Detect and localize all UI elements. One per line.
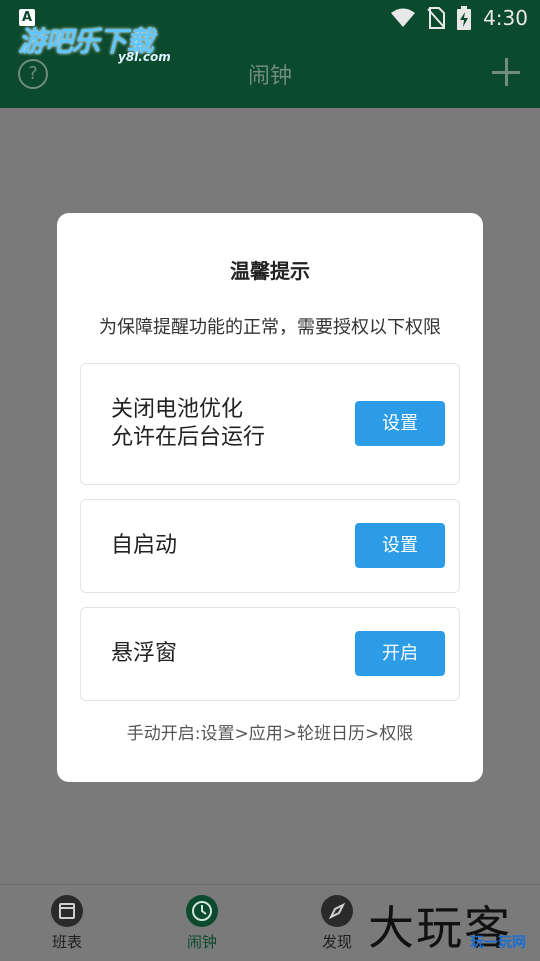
nav-item-schedule[interactable]: 班表: [27, 895, 107, 952]
permission-dialog: 温馨提示 为保障提醒功能的正常，需要授权以下权限 关闭电池优化 允许在后台运行 …: [57, 213, 483, 782]
status-time: 4:30: [483, 6, 528, 30]
battery-optimization-card: 关闭电池优化 允许在后台运行 设置: [80, 363, 460, 485]
calendar-icon: [51, 895, 83, 927]
nav-label-discover: 发现: [321, 933, 352, 951]
battery-optimization-line1: 关闭电池优化: [111, 397, 244, 422]
dialog-footer-hint: 手动开启:设置>应用>轮班日历>权限: [126, 724, 414, 744]
nav-item-alarm[interactable]: 闹钟: [162, 895, 242, 952]
clock-icon: [186, 895, 218, 927]
battery-optimization-label: 关闭电池优化 允许在后台运行: [111, 396, 265, 452]
dialog-title: 温馨提示: [230, 259, 310, 283]
autostart-settings-button[interactable]: 设置: [355, 523, 445, 568]
watermark-bottom-sub: 玩一玩网: [470, 935, 526, 951]
watermark-logo-sub: y8l.com: [118, 50, 171, 64]
status-icons: 4:30: [391, 4, 528, 32]
battery-settings-button[interactable]: 设置: [355, 401, 445, 446]
overlay-card: 悬浮窗 开启: [80, 607, 460, 701]
autostart-label: 自启动: [111, 533, 178, 558]
nav-item-discover[interactable]: 发现: [297, 895, 377, 952]
overlay-label: 悬浮窗: [111, 641, 178, 666]
battery-optimization-line2: 允许在后台运行: [111, 425, 266, 450]
add-icon[interactable]: [492, 58, 520, 86]
overlay-enable-button[interactable]: 开启: [355, 631, 445, 676]
page-title: 闹钟: [247, 64, 292, 89]
dialog-message: 为保障提醒功能的正常，需要授权以下权限: [99, 317, 441, 338]
no-sim-icon: [427, 7, 446, 29]
nav-label-schedule: 班表: [51, 933, 82, 951]
battery-charging-icon: [457, 6, 472, 30]
nav-label-alarm: 闹钟: [186, 933, 217, 951]
autostart-card: 自启动 设置: [80, 499, 460, 593]
compass-icon: [321, 895, 353, 927]
wifi-icon: [391, 8, 416, 27]
